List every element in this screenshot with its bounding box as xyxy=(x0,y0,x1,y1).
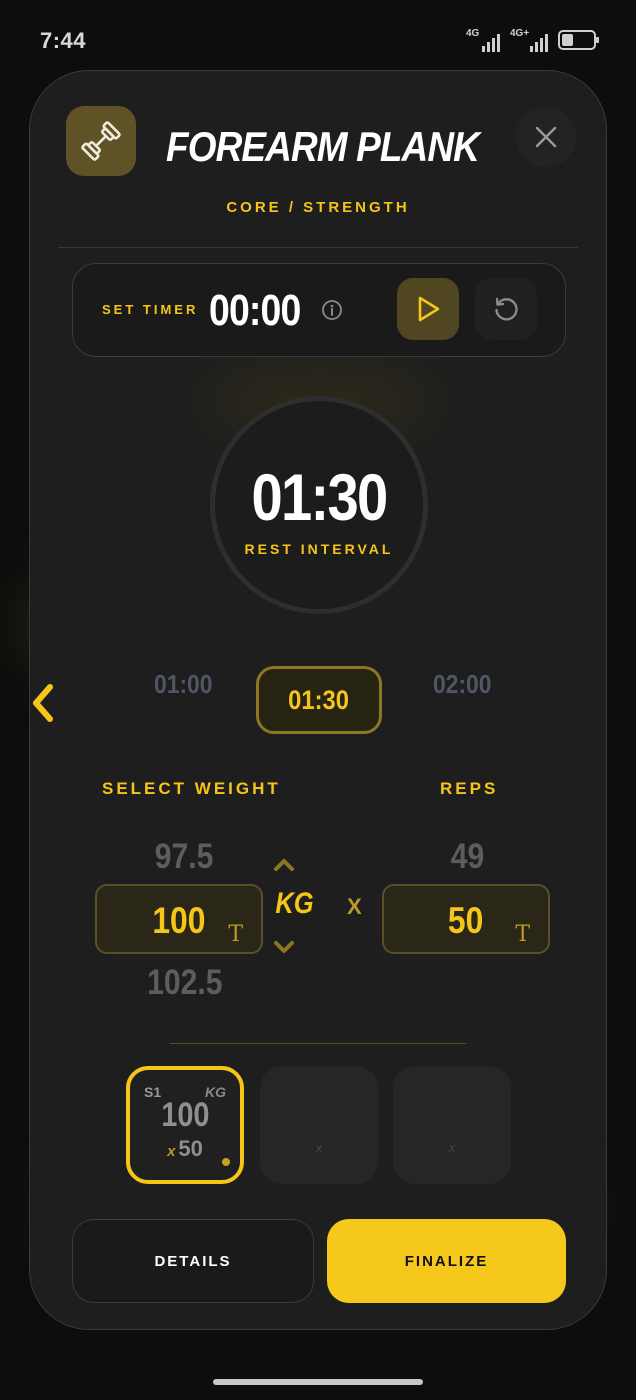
details-button[interactable]: DETAILS xyxy=(72,1219,314,1303)
home-indicator[interactable] xyxy=(213,1379,423,1385)
text-input-icon[interactable]: T xyxy=(228,922,243,947)
info-icon[interactable] xyxy=(321,299,343,321)
exercise-modal: FOREARM PLANK CORE / STRENGTH SET TIMER … xyxy=(29,70,607,1330)
rest-interval-display: 01:30 REST INTERVAL xyxy=(210,396,428,614)
set-timer-value: 00:00 xyxy=(209,286,301,335)
sets-divider xyxy=(170,1043,466,1044)
reps-prev-value[interactable]: 49 xyxy=(451,837,484,877)
finalize-button[interactable]: FINALIZE xyxy=(327,1219,566,1303)
weight-prev-value[interactable]: 97.5 xyxy=(155,837,214,877)
screen: 7:44 4G 4G+ FOREARM PLANK CORE / STRENGT… xyxy=(0,0,636,1400)
dumbbell-icon xyxy=(81,121,121,161)
interval-selected-label: 01:30 xyxy=(288,684,350,715)
exercise-category: CORE / STRENGTH xyxy=(226,199,410,216)
cellular-signal-icon: 4G xyxy=(466,28,500,52)
weight-current-value: 100 xyxy=(152,900,206,941)
set-card-2[interactable]: x xyxy=(260,1066,378,1184)
battery-icon xyxy=(558,30,599,50)
reps-picker[interactable]: 50 T xyxy=(382,884,550,954)
rest-interval-label: REST INTERVAL xyxy=(244,541,394,557)
set-card-3[interactable]: x xyxy=(393,1066,511,1184)
chevron-down-icon[interactable] xyxy=(272,939,296,955)
interval-option-selected[interactable]: 01:30 xyxy=(256,666,382,734)
weight-unit[interactable]: KG xyxy=(275,887,313,921)
interval-option[interactable]: 01:00 xyxy=(154,669,213,700)
reset-timer-button[interactable] xyxy=(475,278,537,340)
close-button[interactable] xyxy=(516,107,576,167)
chevron-left-icon[interactable] xyxy=(29,683,60,723)
times-symbol: X xyxy=(347,894,362,919)
set-weight: 100 xyxy=(160,1096,210,1134)
interval-option[interactable]: 02:00 xyxy=(433,669,492,700)
set-times: x xyxy=(315,1140,323,1155)
exercise-title: FOREARM PLANK xyxy=(166,123,480,170)
reset-icon xyxy=(495,297,518,321)
weight-next-value[interactable]: 102.5 xyxy=(147,963,222,1003)
set-timer-label: SET TIMER xyxy=(102,302,199,317)
text-input-icon[interactable]: T xyxy=(515,922,530,947)
set-times: x xyxy=(167,1143,176,1160)
network-type-label-2: 4G+ xyxy=(510,28,530,39)
exercise-icon-box xyxy=(66,106,136,176)
select-weight-label: SELECT WEIGHT xyxy=(102,779,281,798)
rest-interval-value: 01:30 xyxy=(251,460,389,534)
reps-label: REPS xyxy=(440,779,499,798)
play-timer-button[interactable] xyxy=(397,278,459,340)
play-icon xyxy=(418,296,440,322)
cellular-signal-icon-2: 4G+ xyxy=(510,28,548,52)
status-icons: 4G 4G+ xyxy=(466,28,599,52)
set-reps: 50 xyxy=(178,1136,203,1161)
chevron-up-icon[interactable] xyxy=(272,857,296,873)
weight-picker[interactable]: 100 T xyxy=(95,884,263,954)
header-divider xyxy=(58,247,578,248)
set-card-1[interactable]: S1 KG 100 x 50 xyxy=(126,1066,244,1184)
active-set-dot xyxy=(222,1158,230,1166)
reps-current-value: 50 xyxy=(448,900,484,941)
status-time: 7:44 xyxy=(40,28,87,53)
set-timer-panel: SET TIMER 00:00 xyxy=(72,263,566,357)
network-type-label: 4G xyxy=(466,28,480,39)
close-icon xyxy=(535,126,557,148)
set-times: x xyxy=(448,1140,456,1155)
